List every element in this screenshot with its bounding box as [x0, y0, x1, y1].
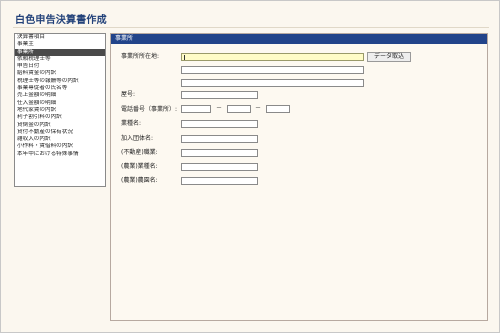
section-list[interactable]: 決算書項目 事業主 事業所 依頼税理士等 申告日付 給料賃金の内訳 税理士等の報…	[14, 33, 106, 187]
address-input-2[interactable]	[181, 66, 364, 74]
yago-input[interactable]	[181, 91, 258, 99]
phone-number-input[interactable]	[266, 105, 290, 113]
list-item-selected[interactable]: 事業所	[15, 48, 105, 56]
realestate-job-label: (不動産)職業:	[121, 149, 158, 156]
phone-separator-1: －	[216, 105, 223, 112]
industry-input[interactable]	[181, 120, 258, 128]
association-label: 加入団体名:	[121, 135, 154, 142]
list-item[interactable]: 仕入金額の明細	[15, 100, 105, 107]
farm-industry-label: (農業)業種名:	[121, 163, 158, 170]
farm-industry-input[interactable]	[181, 163, 258, 171]
title-divider	[13, 27, 489, 28]
phone-label: 電話番号（事業所）:	[121, 106, 178, 113]
association-input[interactable]	[181, 135, 258, 143]
list-item[interactable]: 税理士等の報酬等の内訳	[15, 78, 105, 85]
list-item[interactable]: 利子割引料の内訳	[15, 114, 105, 121]
fetch-data-button[interactable]: データ取込	[367, 52, 411, 62]
office-panel: 事業所 事業所所在地: データ取込 屋号: 電話番号（事業所）: － － 業種名…	[110, 33, 488, 321]
list-item[interactable]: 事業専従者の氏名等	[15, 85, 105, 92]
list-item[interactable]: 貸倒金の内訳	[15, 122, 105, 129]
address-input-1[interactable]	[181, 53, 364, 61]
list-item[interactable]: 給料賃金の内訳	[15, 70, 105, 77]
text-caret	[184, 55, 185, 60]
farm-name-label: (農業)農園名:	[121, 177, 158, 184]
yago-label: 屋号:	[121, 91, 136, 98]
list-item[interactable]: 依頼税理士等	[15, 56, 105, 63]
list-item[interactable]: 事業主	[15, 41, 105, 48]
address-label: 事業所所在地:	[121, 53, 160, 60]
list-item[interactable]: 申告日付	[15, 63, 105, 70]
list-item[interactable]: 地代家賃の内訳	[15, 107, 105, 114]
app-window: 白色申告決算書作成 決算書項目 事業主 事業所 依頼税理士等 申告日付 給料賃金…	[0, 0, 500, 333]
panel-header: 事業所	[111, 34, 487, 44]
page-title: 白色申告決算書作成	[15, 15, 107, 26]
phone-area-input[interactable]	[181, 105, 211, 113]
farm-name-input[interactable]	[181, 177, 258, 185]
yago-input-top[interactable]	[181, 79, 364, 87]
list-item[interactable]: 売上金額の明細	[15, 92, 105, 99]
list-item[interactable]: 本年中における特殊事情	[15, 151, 105, 158]
list-item[interactable]: 雑収入の内訳	[15, 136, 105, 143]
industry-label: 業種名:	[121, 120, 142, 127]
list-item[interactable]: 決算書項目	[15, 34, 105, 41]
phone-exchange-input[interactable]	[227, 105, 251, 113]
list-item[interactable]: 貸付不動産の保有状況	[15, 129, 105, 136]
phone-separator-2: －	[255, 105, 262, 112]
list-item[interactable]: 小作料・賃借料の内訳	[15, 143, 105, 150]
realestate-job-input[interactable]	[181, 149, 258, 157]
